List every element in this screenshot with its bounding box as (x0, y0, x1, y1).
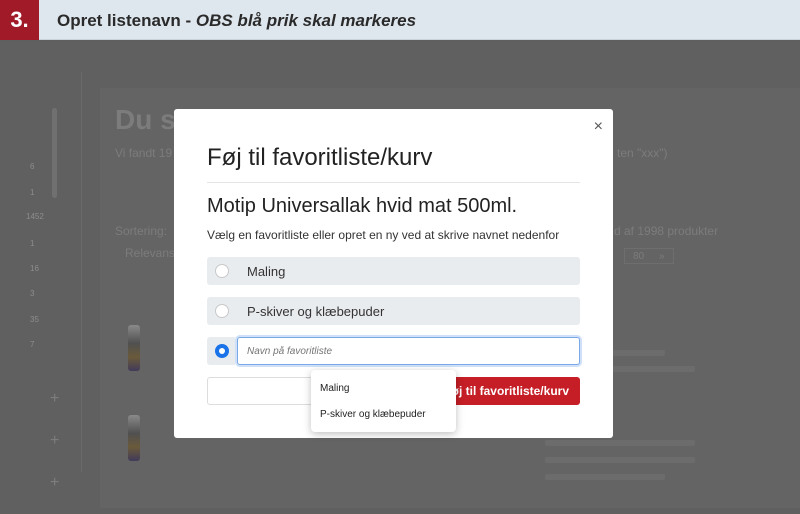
autocomplete-item[interactable]: Maling (320, 383, 349, 394)
background-pager-value: 80 (633, 251, 645, 262)
autocomplete-dropdown: Maling P-skiver og klæbepuder (311, 370, 456, 432)
background-subtitle-right: ten "xxx") (617, 146, 668, 160)
modal-divider (207, 182, 580, 183)
tutorial-banner: 3. Opret listenavn - OBS blå prik skal m… (0, 0, 800, 40)
background-filter-count: 3 (30, 289, 35, 298)
list-option-p-skiver[interactable]: P-skiver og klæbepuder (207, 297, 580, 325)
background-price-line (545, 440, 695, 446)
radio-button[interactable] (215, 264, 229, 278)
background-filter-count: 16 (30, 264, 39, 273)
new-list-row (207, 337, 580, 365)
new-list-name-input[interactable] (237, 337, 580, 365)
background-filter-count: 35 (30, 315, 39, 324)
add-to-favorite-list-button[interactable]: Føj til favoritliste/kurv (443, 377, 580, 405)
close-icon[interactable]: × (594, 118, 603, 136)
plus-icon: + (50, 390, 60, 407)
background-filter-count: 7 (30, 340, 35, 349)
background-pager: 80 » (624, 248, 674, 264)
banner-separator: - (180, 11, 196, 30)
background-pager-next: » (659, 251, 665, 262)
list-option-maling[interactable]: Maling (207, 257, 580, 285)
background-price-line (545, 457, 695, 463)
plus-icon: + (50, 474, 60, 491)
radio-button[interactable] (215, 304, 229, 318)
background-subtitle: Vi fandt 19 (115, 146, 173, 160)
product-name: Motip Universallak hvid mat 500ml. (207, 195, 518, 217)
background-heading: Du s (115, 104, 176, 135)
secondary-button[interactable] (207, 377, 317, 405)
background-scrollbar (52, 108, 57, 198)
background-product-count: d af 1998 produkter (614, 224, 719, 238)
background-filter-count: 1452 (26, 212, 44, 221)
background-price-line (545, 474, 665, 480)
background-sort-label: Sortering: (115, 224, 168, 238)
modal-title: Føj til favoritliste/kurv (207, 144, 433, 171)
background-filter-count: 1 (30, 239, 35, 248)
product-image (128, 415, 140, 461)
product-image (128, 325, 140, 371)
banner-title-text: Opret listenavn (57, 11, 181, 30)
new-list-radio-cell (207, 337, 235, 365)
background-filter-count: 1 (30, 188, 35, 197)
banner-note: OBS blå prik skal markeres (195, 11, 417, 30)
background-filter-count: 6 (30, 162, 35, 171)
list-option-label: P-skiver og klæbepuder (247, 304, 385, 319)
step-badge: 3. (0, 0, 39, 40)
list-option-label: Maling (247, 264, 286, 279)
background-sort-value: Relevans (125, 246, 176, 260)
plus-icon: + (50, 432, 60, 449)
radio-button-selected[interactable] (215, 344, 229, 358)
background-sidebar (0, 72, 82, 472)
autocomplete-item[interactable]: P-skiver og klæbepuder (320, 409, 426, 420)
banner-title: Opret listenavn - OBS blå prik skal mark… (57, 11, 416, 31)
instruction-text: Vælg en favoritliste eller opret en ny v… (207, 228, 560, 242)
